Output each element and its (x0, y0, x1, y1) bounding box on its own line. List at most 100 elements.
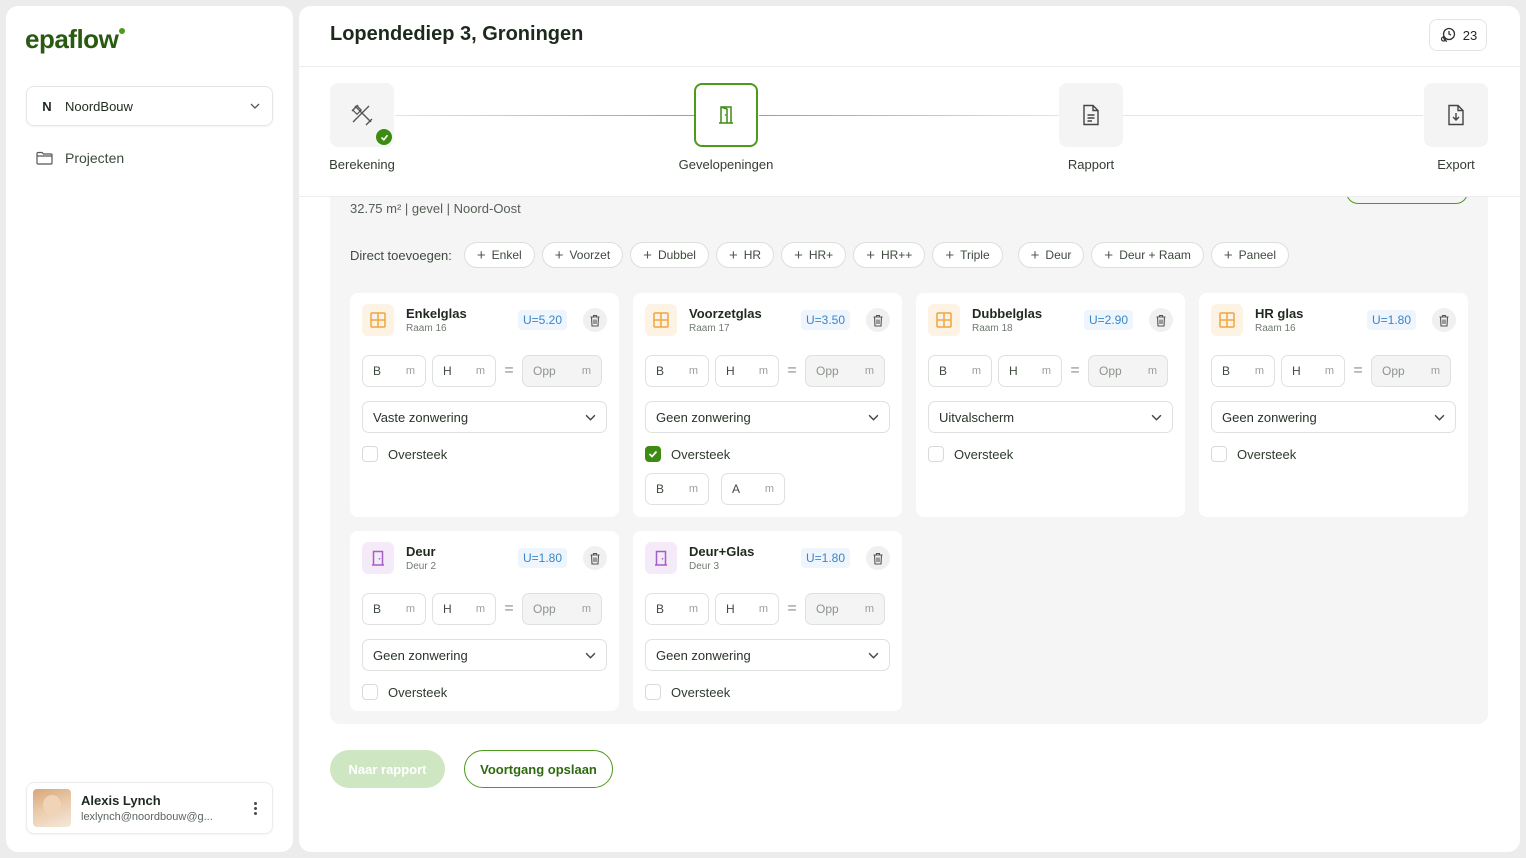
u-value-badge: U=5.20 (517, 310, 567, 330)
add-deur-raam-chip[interactable]: + Deur + Raam (1091, 242, 1204, 268)
opening-subtitle: Deur 2 (406, 561, 437, 572)
width-input[interactable]: Bm (928, 355, 992, 387)
overhang-checkbox[interactable] (362, 446, 378, 462)
more-options-icon[interactable] (248, 801, 262, 815)
delete-opening-button[interactable] (866, 546, 890, 570)
opening-subtitle: Raam 16 (1255, 323, 1296, 334)
add-hr-plusplus-chip[interactable]: + HR++ (853, 242, 926, 268)
height-input[interactable]: Hm (715, 355, 779, 387)
shading-select[interactable]: Geen zonwering (645, 639, 890, 671)
chevron-down-icon (868, 414, 879, 421)
add-hr-chip[interactable]: + HR (715, 242, 775, 268)
add-enkel-chip[interactable]: + Enkel (463, 242, 535, 268)
avatar (33, 789, 71, 827)
area-output: Opp m (522, 593, 602, 625)
sidebar: epaflow N NoordBouw Projecten Alexis Lyn… (6, 6, 293, 852)
width-input[interactable]: Bm (645, 593, 709, 625)
opening-subtitle: Raam 17 (689, 323, 730, 334)
step-connector (759, 115, 1059, 116)
width-input[interactable]: Bm (645, 355, 709, 387)
step-rapport[interactable]: Rapport (1041, 83, 1141, 172)
direct-add-label: Direct toevoegen: (350, 247, 452, 263)
overhang-checkbox[interactable] (645, 446, 661, 462)
opening-title: Dubbelglas (972, 306, 1043, 321)
delete-opening-button[interactable] (1432, 308, 1456, 332)
add-triple-chip[interactable]: + Triple (932, 242, 1003, 268)
chevron-down-icon (585, 652, 596, 659)
u-value-badge: U=3.50 (800, 310, 850, 330)
height-input[interactable]: Hm (715, 593, 779, 625)
door-open-icon (719, 106, 733, 124)
activity-button[interactable]: 23 (1429, 19, 1487, 51)
shading-select[interactable]: Uitvalscherm (928, 401, 1173, 433)
overhang-checkbox[interactable] (645, 684, 661, 700)
height-input[interactable]: Hm (432, 593, 496, 625)
height-input[interactable]: Hm (432, 355, 496, 387)
sidebar-item-projecten[interactable]: Projecten (36, 150, 124, 166)
overhang-label: Oversteek (671, 446, 731, 462)
delete-opening-button[interactable] (1149, 308, 1173, 332)
opening-title: Deur+Glas (689, 544, 755, 559)
overhang-toggle[interactable]: Oversteek (645, 684, 890, 700)
height-input[interactable]: Hm (998, 355, 1062, 387)
overhang-toggle[interactable]: Oversteek (362, 684, 607, 700)
organization-select[interactable]: N NoordBouw (26, 86, 273, 126)
shading-select[interactable]: Geen zonwering (362, 639, 607, 671)
width-input[interactable]: Bm (362, 593, 426, 625)
brand-logo[interactable]: epaflow (25, 24, 126, 55)
window-icon (1219, 312, 1235, 328)
shading-select[interactable]: Geen zonwering (1211, 401, 1456, 433)
u-value-badge: U=2.90 (1083, 310, 1133, 330)
step-connector (395, 115, 695, 116)
add-deur-chip[interactable]: + Deur (1017, 242, 1085, 268)
equals-icon: = (504, 600, 514, 617)
width-input[interactable]: Bm (1211, 355, 1275, 387)
overhang-toggle[interactable]: Oversteek (928, 446, 1173, 462)
delete-opening-button[interactable] (866, 308, 890, 332)
overhang-distance-input[interactable]: Am (721, 473, 785, 505)
shading-select[interactable]: Geen zonwering (645, 401, 890, 433)
equals-icon: = (1070, 362, 1080, 379)
window-icon (936, 312, 952, 328)
add-dubbel-chip[interactable]: + Dubbel (630, 242, 709, 268)
step-export[interactable]: Export (1406, 83, 1506, 172)
overhang-checkbox[interactable] (362, 684, 378, 700)
step-berekening[interactable]: Berekening (312, 83, 412, 172)
user-card[interactable]: Alexis Lynch lexlynch@noordbouw@g... (26, 782, 273, 834)
height-input[interactable]: Hm (1281, 355, 1345, 387)
folder-icon (36, 151, 53, 165)
window-type-icon (645, 304, 677, 336)
overhang-width-input[interactable]: Bm (645, 473, 709, 505)
delete-opening-button[interactable] (583, 546, 607, 570)
width-input[interactable]: Bm (362, 355, 426, 387)
history-icon (1440, 27, 1455, 43)
opening-title: Enkelglas (406, 306, 467, 321)
add-voorzet-chip[interactable]: + Voorzet (541, 242, 624, 268)
trash-icon (590, 314, 600, 327)
overhang-dimensions: Bm Am (645, 473, 890, 505)
overhang-toggle[interactable]: Oversteek (1211, 446, 1456, 462)
direct-add-row: Direct toevoegen: + Enkel + Voorzet + Dubbe… (350, 242, 1290, 268)
save-progress-button[interactable]: Voortgang opslaan (464, 750, 613, 788)
overhang-label: Oversteek (671, 684, 731, 700)
area-output: Opp m (1371, 355, 1451, 387)
step-gevelopeningen[interactable]: Gevelopeningen (676, 83, 776, 172)
overhang-checkbox[interactable] (1211, 446, 1227, 462)
user-email: lexlynch@noordbouw@g... (81, 811, 213, 823)
shading-select[interactable]: Vaste zonwering (362, 401, 607, 433)
add-paneel-chip[interactable]: + Paneel (1210, 242, 1290, 268)
overhang-checkbox[interactable] (928, 446, 944, 462)
document-icon (1083, 104, 1099, 126)
naar-rapport-button[interactable]: Naar rapport (330, 750, 445, 788)
overhang-toggle[interactable]: Oversteek (362, 446, 607, 462)
equals-icon: = (1353, 362, 1363, 379)
overhang-toggle[interactable]: Oversteek (645, 446, 890, 462)
opening-card: Dubbelglas Raam 18 U=2.90 Bm Hm = Opp m U… (916, 293, 1185, 517)
overhang-label: Oversteek (1237, 446, 1297, 462)
delete-opening-button[interactable] (583, 308, 607, 332)
activity-count: 23 (1462, 27, 1478, 43)
equals-icon: = (787, 600, 797, 617)
chevron-down-icon (585, 414, 596, 421)
add-hr-plus-chip[interactable]: + HR+ (781, 242, 847, 268)
stepper: Berekening Gevelopeningen Rapport Export (299, 66, 1520, 197)
